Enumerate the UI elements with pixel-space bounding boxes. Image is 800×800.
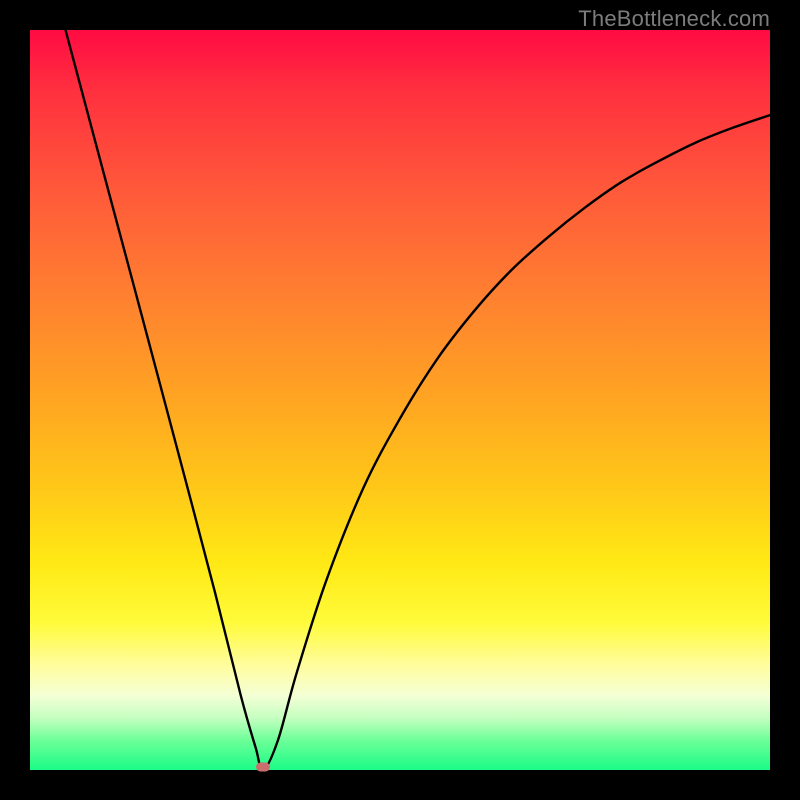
bottleneck-curve	[66, 30, 770, 770]
chart-frame: TheBottleneck.com	[0, 0, 800, 800]
watermark-text: TheBottleneck.com	[578, 6, 770, 32]
curve-svg	[30, 30, 770, 770]
plot-area	[30, 30, 770, 770]
min-marker	[256, 763, 270, 772]
